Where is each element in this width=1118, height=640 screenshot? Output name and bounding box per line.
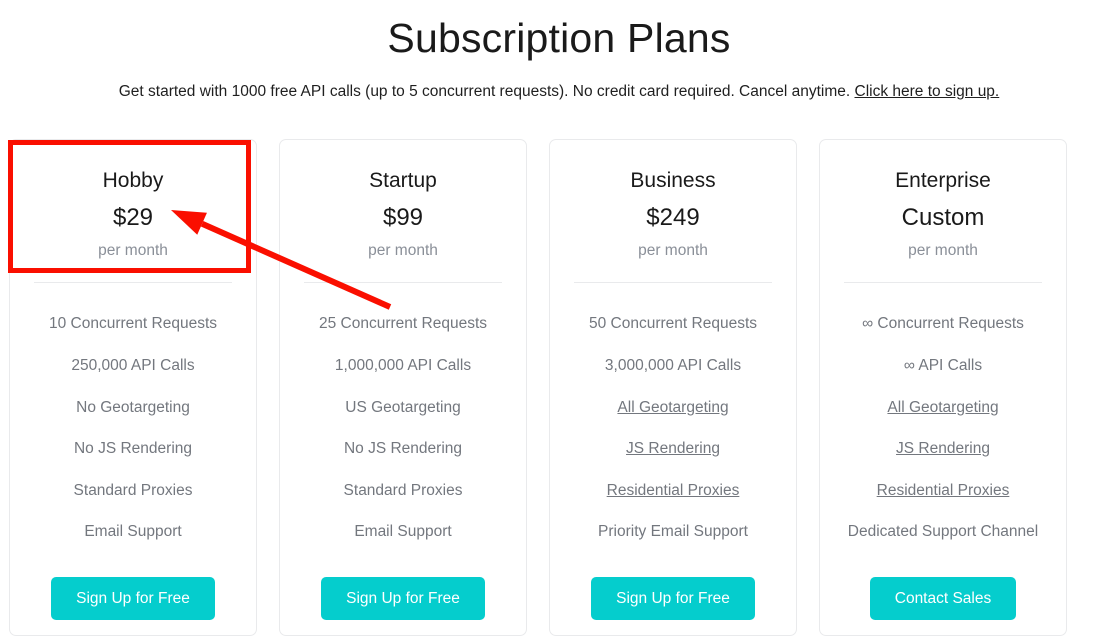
feature-link-js-rendering[interactable]: JS Rendering [820, 440, 1066, 459]
feature-item: Email Support [354, 523, 452, 541]
feature-item: 50 Concurrent Requests [588, 315, 757, 333]
plan-price: $99 [382, 204, 424, 232]
plan-divider [34, 282, 232, 284]
feature-item: 10 Concurrent Requests [48, 315, 217, 333]
feature-item: 3,000,000 API Calls [604, 356, 742, 374]
plan-name: Enterprise [895, 169, 991, 192]
plan-price: Custom [901, 204, 985, 232]
pricing-plans-grid: Hobby $29 per month 10 Concurrent Reques… [9, 139, 1101, 636]
plan-divider [574, 282, 772, 284]
feature-item: 250,000 API Calls [71, 356, 195, 374]
feature-list: 50 Concurrent Requests 3,000,000 API Cal… [550, 315, 796, 565]
plan-name: Hobby [102, 169, 164, 192]
plan-period: per month [638, 241, 708, 259]
page-subtitle-text: Get started with 1000 free API calls (up… [118, 83, 855, 101]
feature-link-residential-proxies[interactable]: Residential Proxies [820, 482, 1066, 501]
signup-link[interactable]: Click here to sign up. [855, 83, 1000, 100]
feature-link-geotargeting[interactable]: All Geotargeting [550, 399, 796, 418]
page-title: Subscription Plans [387, 15, 731, 61]
plan-card-enterprise[interactable]: Enterprise Custom per month ∞ Concurrent… [819, 139, 1067, 636]
feature-item: No JS Rendering [343, 440, 463, 458]
feature-item: US Geotargeting [345, 398, 461, 416]
plan-period: per month [98, 241, 168, 259]
feature-link-residential-proxies[interactable]: Residential Proxies [550, 482, 796, 501]
feature-item: 25 Concurrent Requests [318, 315, 487, 333]
feature-item: Priority Email Support [598, 523, 748, 541]
feature-item: No Geotargeting [76, 398, 190, 416]
plan-card-startup[interactable]: Startup $99 per month 25 Concurrent Requ… [279, 139, 527, 636]
plan-period: per month [908, 241, 978, 259]
page-header: Subscription Plans Get started with 1000… [0, 0, 1118, 102]
plan-card-business[interactable]: Business $249 per month 50 Concurrent Re… [549, 139, 797, 636]
feature-link-geotargeting[interactable]: All Geotargeting [820, 399, 1066, 418]
feature-item: No JS Rendering [73, 440, 193, 458]
feature-list: ∞ Concurrent Requests ∞ API Calls All Ge… [820, 315, 1066, 565]
plan-price: $249 [646, 204, 700, 232]
feature-item: Standard Proxies [73, 481, 193, 499]
feature-item: Standard Proxies [343, 481, 463, 499]
plan-name: Startup [369, 169, 437, 192]
feature-item: Dedicated Support Channel [847, 523, 1039, 541]
feature-item: ∞ API Calls [903, 356, 983, 374]
feature-item: ∞ Concurrent Requests [862, 315, 1024, 333]
page-subtitle: Get started with 1000 free API calls (up… [0, 82, 1118, 102]
plan-name: Business [630, 169, 716, 192]
signup-button[interactable]: Sign Up for Free [51, 576, 215, 621]
plan-price: $29 [112, 204, 154, 232]
contact-sales-button[interactable]: Contact Sales [869, 576, 1017, 621]
feature-item: 1,000,000 API Calls [334, 356, 472, 374]
plan-divider [844, 282, 1042, 284]
feature-item: Email Support [84, 523, 182, 541]
feature-list: 25 Concurrent Requests 1,000,000 API Cal… [280, 315, 526, 565]
plan-period: per month [368, 241, 438, 259]
plan-card-hobby[interactable]: Hobby $29 per month 10 Concurrent Reques… [9, 139, 257, 636]
feature-list: 10 Concurrent Requests 250,000 API Calls… [10, 315, 256, 565]
plan-divider [304, 282, 502, 284]
signup-button[interactable]: Sign Up for Free [591, 576, 755, 621]
signup-button[interactable]: Sign Up for Free [321, 576, 485, 621]
feature-link-js-rendering[interactable]: JS Rendering [550, 440, 796, 459]
